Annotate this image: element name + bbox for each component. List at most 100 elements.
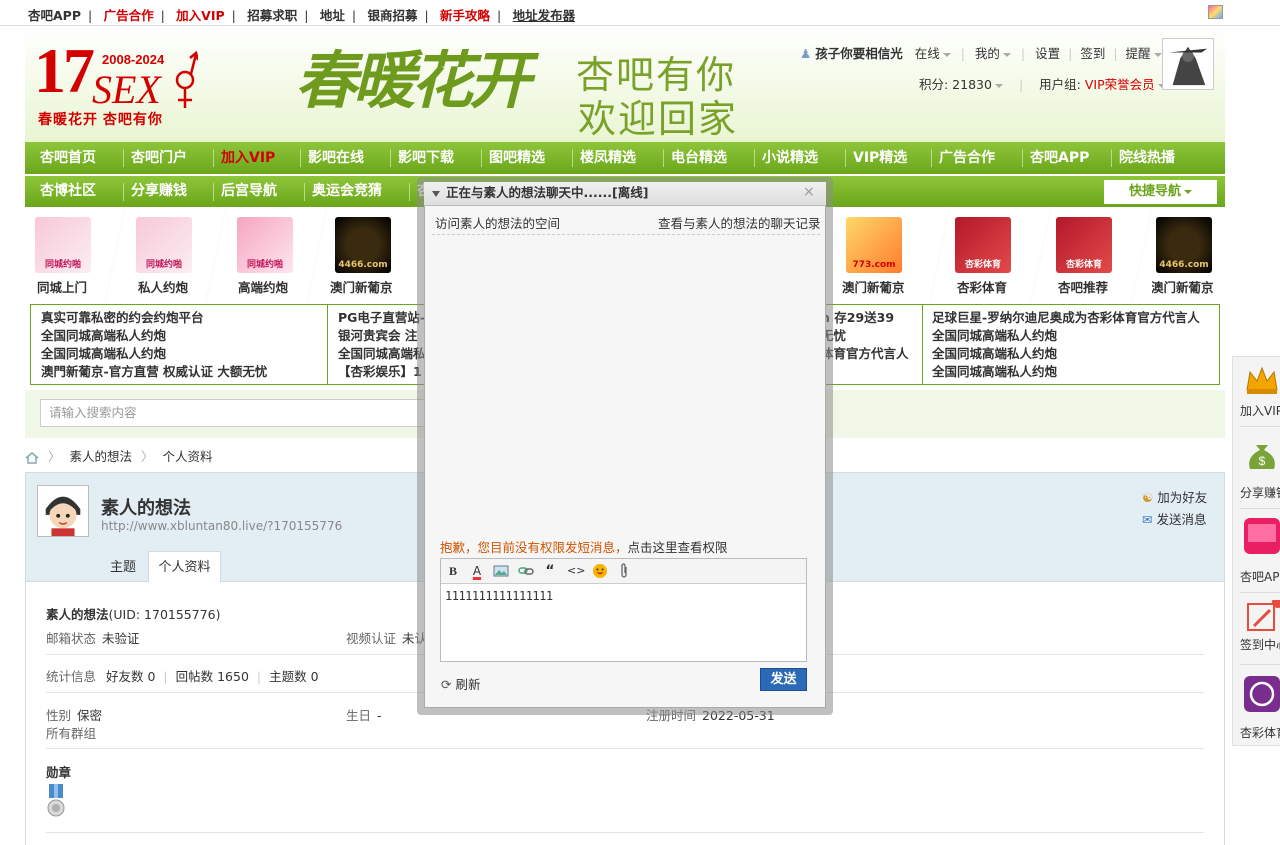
rightbar-checkin[interactable]: 签到中心 [1240,636,1280,653]
collapse-icon[interactable] [432,190,440,197]
nav-item-5[interactable]: 图吧精选 [489,142,545,174]
user-avatar[interactable] [1162,38,1214,90]
nav2-item-3[interactable]: 奥运会竞猜 [312,176,382,207]
replies-count[interactable]: 回帖数 1650 [176,669,249,684]
remind-menu[interactable]: 提醒 [1126,46,1151,61]
ad-thumbnail-label[interactable]: 同城上门 [37,277,87,296]
nav-item-2[interactable]: 加入VIP [221,142,275,174]
nav2-item-0[interactable]: 杏博社区 [40,176,96,207]
emoji-icon[interactable] [592,563,608,579]
quote-icon[interactable]: “ [542,563,558,579]
tab-topics[interactable]: 主题 [100,552,146,583]
ad-thumbnail[interactable]: 同城约啪 [35,217,91,273]
top-link-jobs[interactable]: 招募求职 [247,5,297,24]
checkin-icon[interactable] [1244,600,1280,636]
font-color-icon[interactable]: A [469,563,485,579]
ad-link[interactable]: 全国同城高端私人约炮 [932,327,1217,345]
medal-icon[interactable] [46,784,66,818]
nav-item-4[interactable]: 影吧下载 [398,142,454,174]
add-friend-button[interactable]: ☯ 加为好友 [1142,487,1207,506]
rightbar-vip[interactable]: 加入VIP [1240,402,1280,419]
ad-thumbnail[interactable]: 4466.com [335,217,391,273]
ad-link[interactable]: 体育官方代言人 [821,345,921,363]
friends-count[interactable]: 好友数 0 [106,669,155,684]
ad-link[interactable]: 全国同城高端私人约炮 [932,345,1217,363]
top-link-merchant[interactable]: 银商招募 [367,5,417,24]
my-menu[interactable]: 我的 [975,46,1000,61]
logo-text[interactable]: SEX [92,66,161,113]
ad-thumbnail[interactable]: 773.com [846,217,902,273]
ad-thumbnail[interactable]: 同城约啪 [237,217,293,273]
top-link-address[interactable]: 地址 [320,5,345,24]
ad-link[interactable]: n 存29送39 [821,309,921,327]
profile-avatar[interactable] [37,485,89,537]
breadcrumb-user[interactable]: 素人的想法 [69,449,132,464]
top-link-ads[interactable]: 广告合作 [104,5,154,24]
nav-item-6[interactable]: 楼凤精选 [580,142,636,174]
ad-link[interactable]: 【杏彩娱乐】1 [338,363,428,381]
visit-space-link[interactable]: 访问素人的想法的空间 [435,213,560,232]
money-bag-icon[interactable]: $ [1244,437,1280,473]
ad-link[interactable]: 足球巨星-罗纳尔迪尼奥成为杏彩体育官方代言人 [932,309,1217,327]
image-icon[interactable] [493,563,509,579]
nav-item-8[interactable]: 小说精选 [762,142,818,174]
profile-url[interactable]: http://www.xbluntan80.live/?170155776 [101,519,342,533]
nav-item-11[interactable]: 杏吧APP [1030,142,1089,174]
send-button[interactable]: 发送 [760,668,807,691]
refresh-button[interactable]: ⟳ 刷新 [441,674,480,693]
settings-link[interactable]: 设置 [1035,46,1060,61]
ad-link[interactable]: 全国同城高端私 [338,345,428,363]
chat-history-link[interactable]: 查看与素人的想法的聊天记录 [658,213,821,232]
attachment-icon[interactable] [616,563,632,579]
ad-link[interactable]: 全国同城高端私人约炮 [932,363,1217,381]
ad-thumbnail-label[interactable]: 澳门新葡京 [842,277,905,296]
message-text[interactable]: 1111111111111111 [445,589,553,603]
nav-item-10[interactable]: 广告合作 [939,142,995,174]
logo-number[interactable]: 17 [34,34,95,108]
ad-thumbnail-label[interactable]: 澳门新葡京 [1151,277,1214,296]
nav-item-7[interactable]: 电台精选 [671,142,727,174]
points-display[interactable]: 积分: 21830 [919,77,992,92]
ad-link[interactable]: 无忧 [821,327,921,345]
rightbar-share[interactable]: 分享赚钱 [1240,484,1280,501]
link-icon[interactable] [518,563,534,579]
checkin-link[interactable]: 签到 [1080,46,1105,61]
nav-item-0[interactable]: 杏吧首页 [40,142,96,174]
ad-thumbnail-label[interactable]: 澳门新葡京 [330,277,393,296]
ad-thumbnail[interactable]: 杏彩体育 [1056,217,1112,273]
ad-link[interactable]: 银河贵宾会 注 [338,327,428,345]
rightbar-sports[interactable]: 杏彩体育 [1240,724,1280,741]
top-link-guide[interactable]: 新手攻略 [440,5,490,24]
top-link-app[interactable]: 杏吧APP [28,5,81,24]
send-message-button[interactable]: ✉ 发送消息 [1142,509,1206,528]
ad-thumbnail-label[interactable]: 私人约炮 [138,277,188,296]
nav2-item-1[interactable]: 分享赚钱 [131,176,187,207]
search-input[interactable]: 请输入搜索内容 [40,399,430,427]
online-status[interactable]: 在线 [915,46,940,61]
app-switch-icon[interactable] [1208,5,1223,19]
ad-thumbnail-label[interactable]: 杏彩体育 [957,277,1007,296]
topics-count[interactable]: 主题数 0 [269,669,318,684]
bold-icon[interactable]: B [445,563,461,579]
nav-item-3[interactable]: 影吧在线 [308,142,364,174]
ad-link[interactable]: 澳門新葡京-官方直营 权威认证 大额无忧 [41,363,326,381]
nav2-item-2[interactable]: 后宫导航 [221,176,277,207]
user-group-value[interactable]: VIP荣誉会员 [1085,77,1155,92]
ad-thumbnail-label[interactable]: 高端约炮 [238,277,288,296]
ad-thumbnail[interactable]: 4466.com [1156,217,1212,273]
ad-link[interactable]: 真实可靠私密的约会约炮平台 [41,309,326,327]
ad-thumbnail-label[interactable]: 杏吧推荐 [1058,277,1108,296]
quick-nav-button[interactable]: 快捷导航 [1104,180,1217,204]
xingba-app-icon[interactable] [1244,518,1280,554]
chat-dialog-title[interactable]: 正在与素人的想法聊天中......[离线] [424,182,826,206]
username-link[interactable]: 孩子你要相信光 [815,46,903,61]
ad-link[interactable]: PG电子直营站- [338,309,428,327]
home-icon[interactable] [25,451,39,464]
tab-profile[interactable]: 个人资料 [148,551,221,582]
ad-thumbnail[interactable]: 同城约啪 [136,217,192,273]
top-link-vip[interactable]: 加入VIP [176,5,225,24]
ad-thumbnail[interactable]: 杏彩体育 [955,217,1011,273]
code-icon[interactable]: <> [567,563,585,579]
ad-link[interactable]: 全国同城高端私人约炮 [41,327,326,345]
rightbar-app[interactable]: 杏吧APP [1240,568,1280,585]
